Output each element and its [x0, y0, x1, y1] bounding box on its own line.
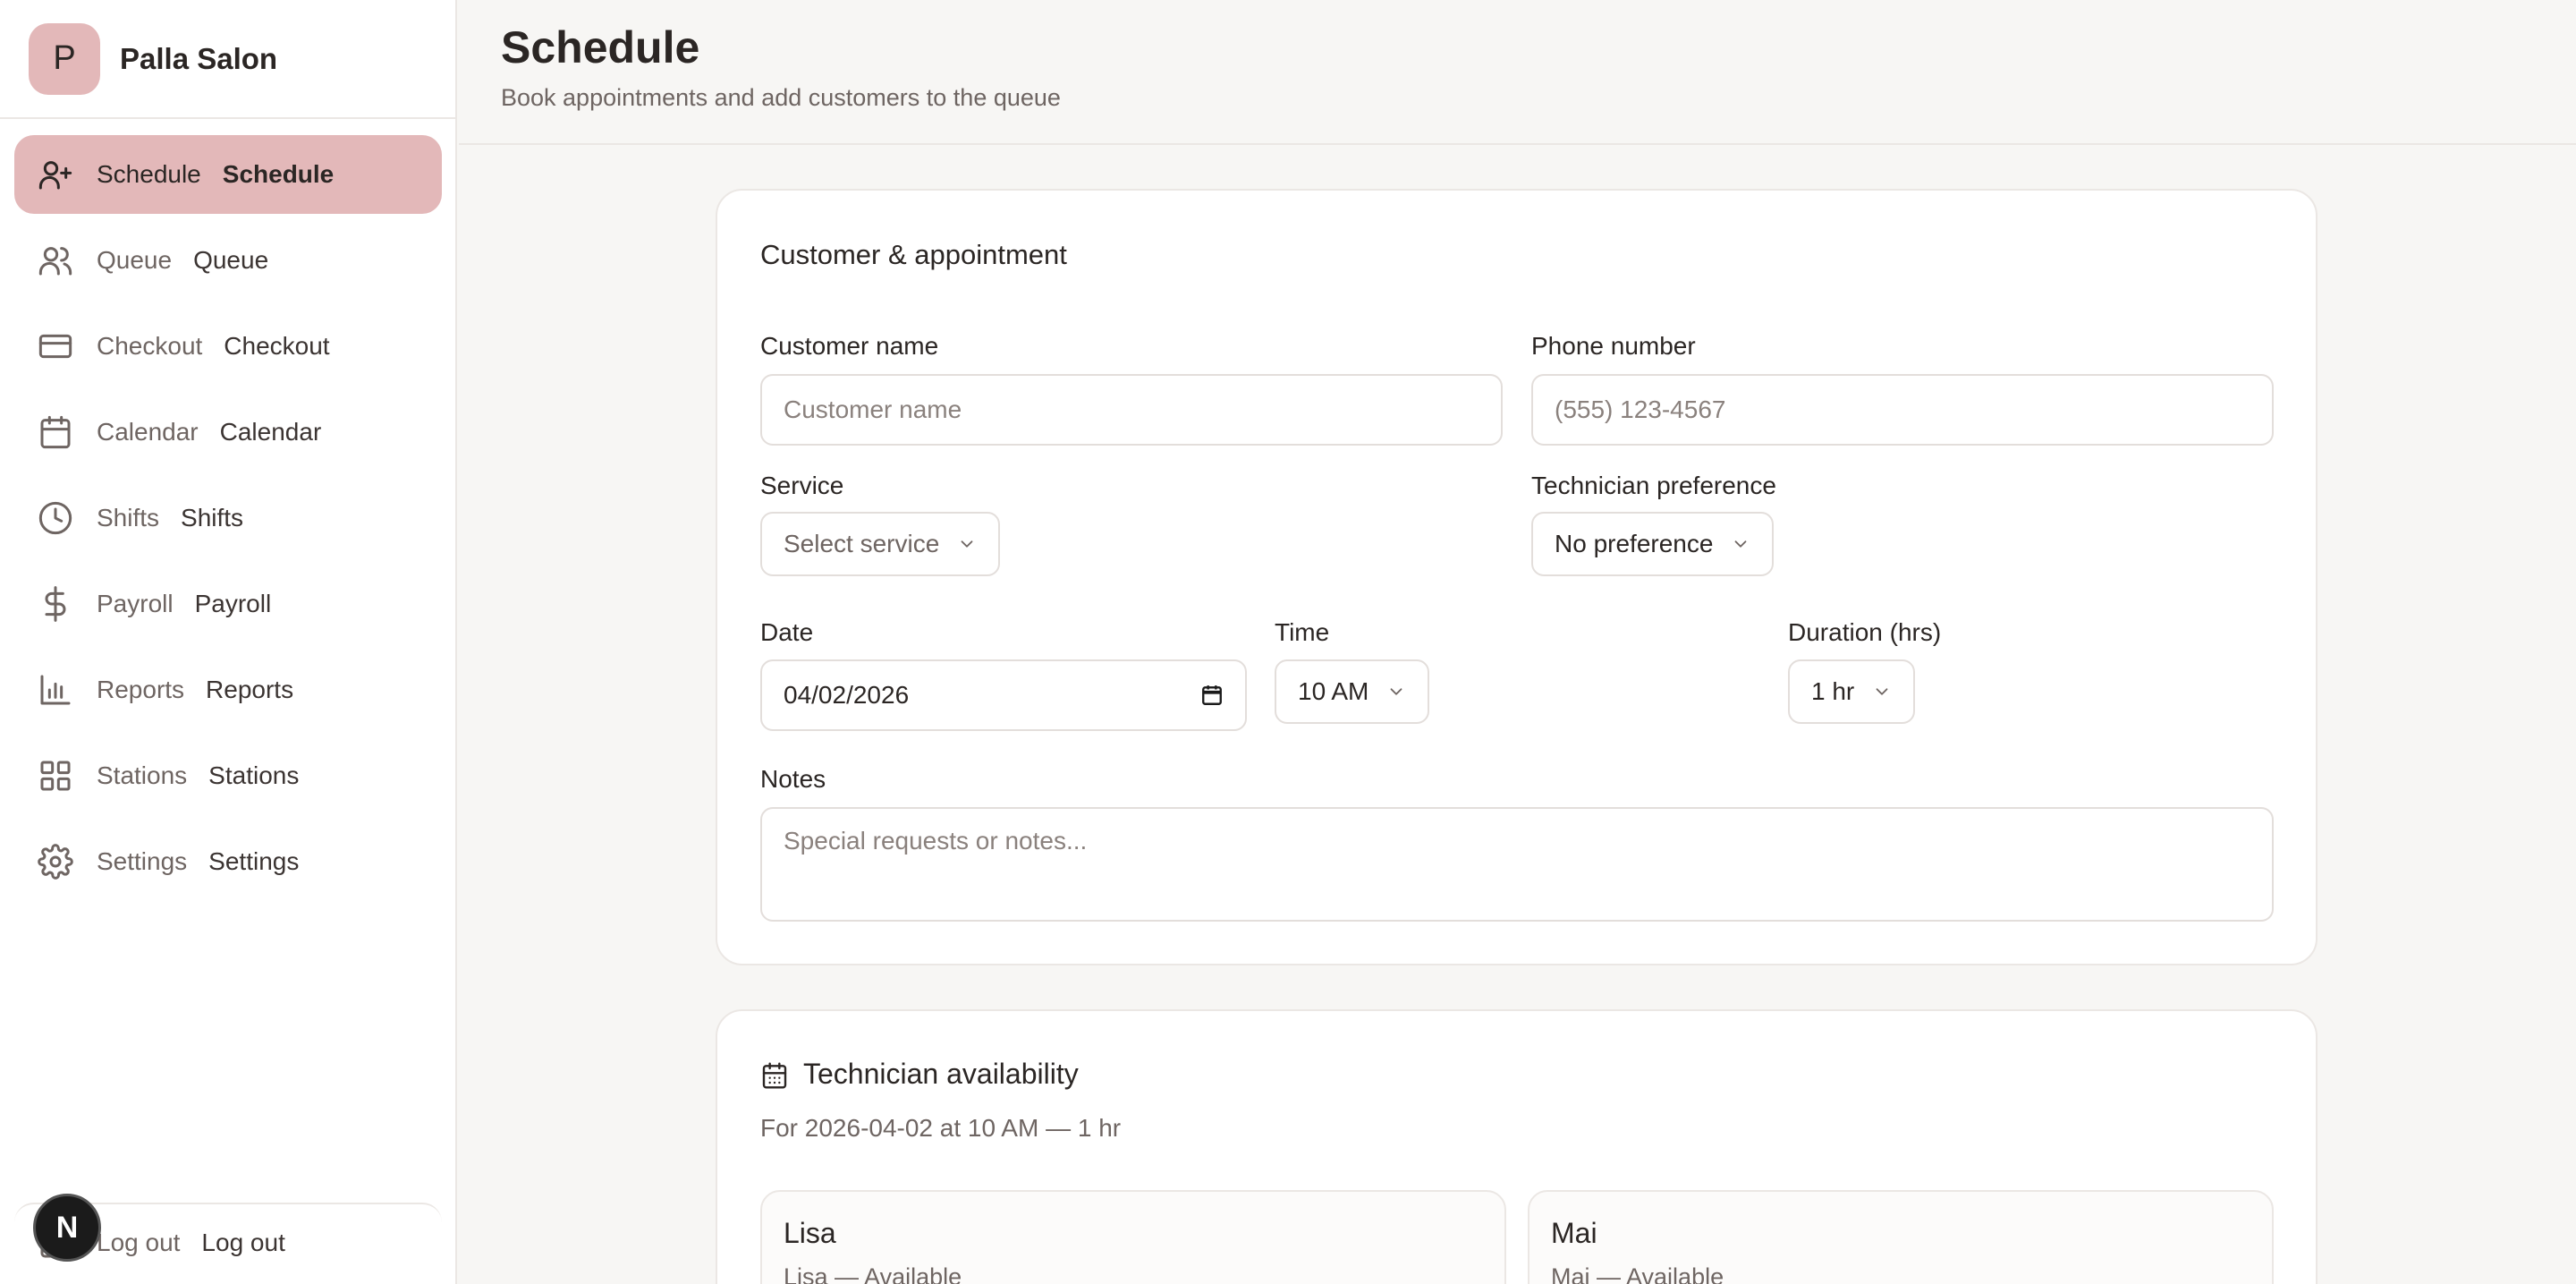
appointment-form-card: Customer & appointment Customer name Cus…: [716, 189, 2318, 965]
time-label: Time: [1275, 618, 1330, 646]
bar-chart-icon: [40, 675, 71, 705]
phone-label: Phone number: [1531, 332, 1696, 360]
date-input[interactable]: 04/02/2026: [760, 659, 1247, 731]
sidebar-item-label-secondary: Reports: [206, 676, 294, 703]
technician-card[interactable]: Lisa Lisa — Available: [760, 1190, 1506, 1284]
sidebar-item-label: Queue: [97, 246, 173, 274]
clock-icon: [38, 501, 72, 535]
brand-name: Palla Salon: [120, 41, 278, 75]
card-title: Customer & appointment: [760, 239, 1067, 270]
sidebar-item-label-secondary: Stations: [208, 761, 300, 789]
availability-subtitle: For 2026-04-02 at 10 AM — 1 hr: [760, 1114, 1122, 1142]
sidebar-item-label: Reports: [97, 676, 185, 703]
chevron-down-icon: [961, 540, 973, 548]
sidebar-item-label-secondary: Queue: [193, 246, 269, 274]
sidebar-item-settings[interactable]: Settings Settings: [14, 822, 442, 901]
service-label: Service: [760, 472, 844, 499]
users-icon: [38, 247, 72, 276]
page-subtitle: Book appointments and add customers to t…: [501, 84, 1061, 111]
sidebar-item-calendar[interactable]: Calendar Calendar: [14, 393, 442, 472]
duration-select[interactable]: 1 hr: [1788, 659, 1916, 724]
logout-label-secondary: Log out: [201, 1229, 285, 1256]
notes-textarea[interactable]: Special requests or notes...: [760, 807, 2274, 922]
technician-card[interactable]: Mai Mai — Available: [1528, 1190, 2274, 1284]
calendar-icon: [40, 415, 71, 449]
date-value: 04/02/2026: [784, 681, 910, 709]
sidebar-item-label: Shifts: [97, 504, 160, 531]
brand-logo: P: [29, 22, 100, 95]
sidebar: P Palla Salon Schedule Schedule Queue Qu…: [0, 0, 457, 1284]
page-title: Schedule: [501, 22, 700, 72]
credit-card-icon: [38, 334, 72, 359]
sidebar-item-label: Schedule: [97, 160, 201, 188]
brand: P Palla Salon: [0, 0, 455, 119]
calendar-icon: [762, 1062, 787, 1089]
technician-name: Lisa: [784, 1217, 836, 1249]
availability-title: Technician availability: [803, 1058, 1079, 1090]
sidebar-item-stations[interactable]: Stations Stations: [14, 736, 442, 815]
duration-select-value: 1 hr: [1811, 677, 1855, 705]
technician-label: Technician preference: [1531, 472, 1776, 499]
main-content: Schedule Book appointments and add custo…: [459, 0, 2576, 1284]
chevron-down-icon: [1876, 688, 1888, 695]
chevron-down-icon: [1390, 688, 1402, 695]
dev-tools-badge[interactable]: N: [33, 1194, 101, 1262]
date-label: Date: [760, 618, 814, 646]
time-select-value: 10 AM: [1298, 677, 1369, 705]
sidebar-item-label: Settings: [97, 847, 188, 875]
gear-icon: [38, 844, 73, 880]
logout-label: Log out: [97, 1229, 181, 1256]
sidebar-item-label-secondary: Shifts: [181, 504, 244, 531]
sidebar-nav: Schedule Schedule Queue Queue Checkout C…: [14, 135, 442, 908]
technician-availability-card: Technician availability For 2026-04-02 a…: [716, 1009, 2318, 1284]
technician-status: Lisa — Available: [784, 1263, 962, 1284]
sidebar-item-label-secondary: Schedule: [222, 160, 335, 188]
dollar-icon: [45, 586, 66, 622]
technician-name: Mai: [1551, 1217, 1597, 1249]
customer-name-label: Customer name: [760, 332, 939, 360]
sidebar-item-label-secondary: Settings: [208, 847, 300, 875]
technician-select-value: No preference: [1555, 530, 1714, 557]
grid-icon: [40, 761, 71, 791]
sidebar-item-payroll[interactable]: Payroll Payroll: [14, 565, 442, 643]
sidebar-item-label: Payroll: [97, 590, 174, 617]
service-select[interactable]: Select service: [760, 512, 1001, 576]
sidebar-item-label: Stations: [97, 761, 188, 789]
calendar-picker-icon[interactable]: [1200, 684, 1224, 707]
sidebar-item-label-secondary: Calendar: [219, 418, 322, 446]
technician-status: Mai — Available: [1551, 1263, 1724, 1284]
sidebar-item-label-secondary: Payroll: [194, 590, 272, 617]
sidebar-item-schedule[interactable]: Schedule Schedule: [14, 135, 442, 214]
duration-label: Duration (hrs): [1788, 618, 1942, 646]
user-plus-icon: [38, 161, 72, 190]
sidebar-item-label: Calendar: [97, 418, 199, 446]
sidebar-item-queue[interactable]: Queue Queue: [14, 221, 442, 300]
chevron-down-icon: [1735, 540, 1747, 548]
service-select-value: Select service: [784, 530, 940, 557]
notes-label: Notes: [760, 765, 826, 793]
phone-input[interactable]: (555) 123-4567: [1531, 374, 2274, 446]
sidebar-item-label-secondary: Checkout: [224, 332, 330, 360]
technician-select[interactable]: No preference: [1531, 512, 1775, 576]
sidebar-item-label: Checkout: [97, 332, 203, 360]
customer-name-input[interactable]: Customer name: [760, 374, 1503, 446]
sidebar-item-checkout[interactable]: Checkout Checkout: [14, 307, 442, 386]
sidebar-item-reports[interactable]: Reports Reports: [14, 651, 442, 729]
page-header: Schedule Book appointments and add custo…: [459, 0, 2576, 145]
time-select[interactable]: 10 AM: [1275, 659, 1430, 724]
sidebar-item-shifts[interactable]: Shifts Shifts: [14, 479, 442, 557]
